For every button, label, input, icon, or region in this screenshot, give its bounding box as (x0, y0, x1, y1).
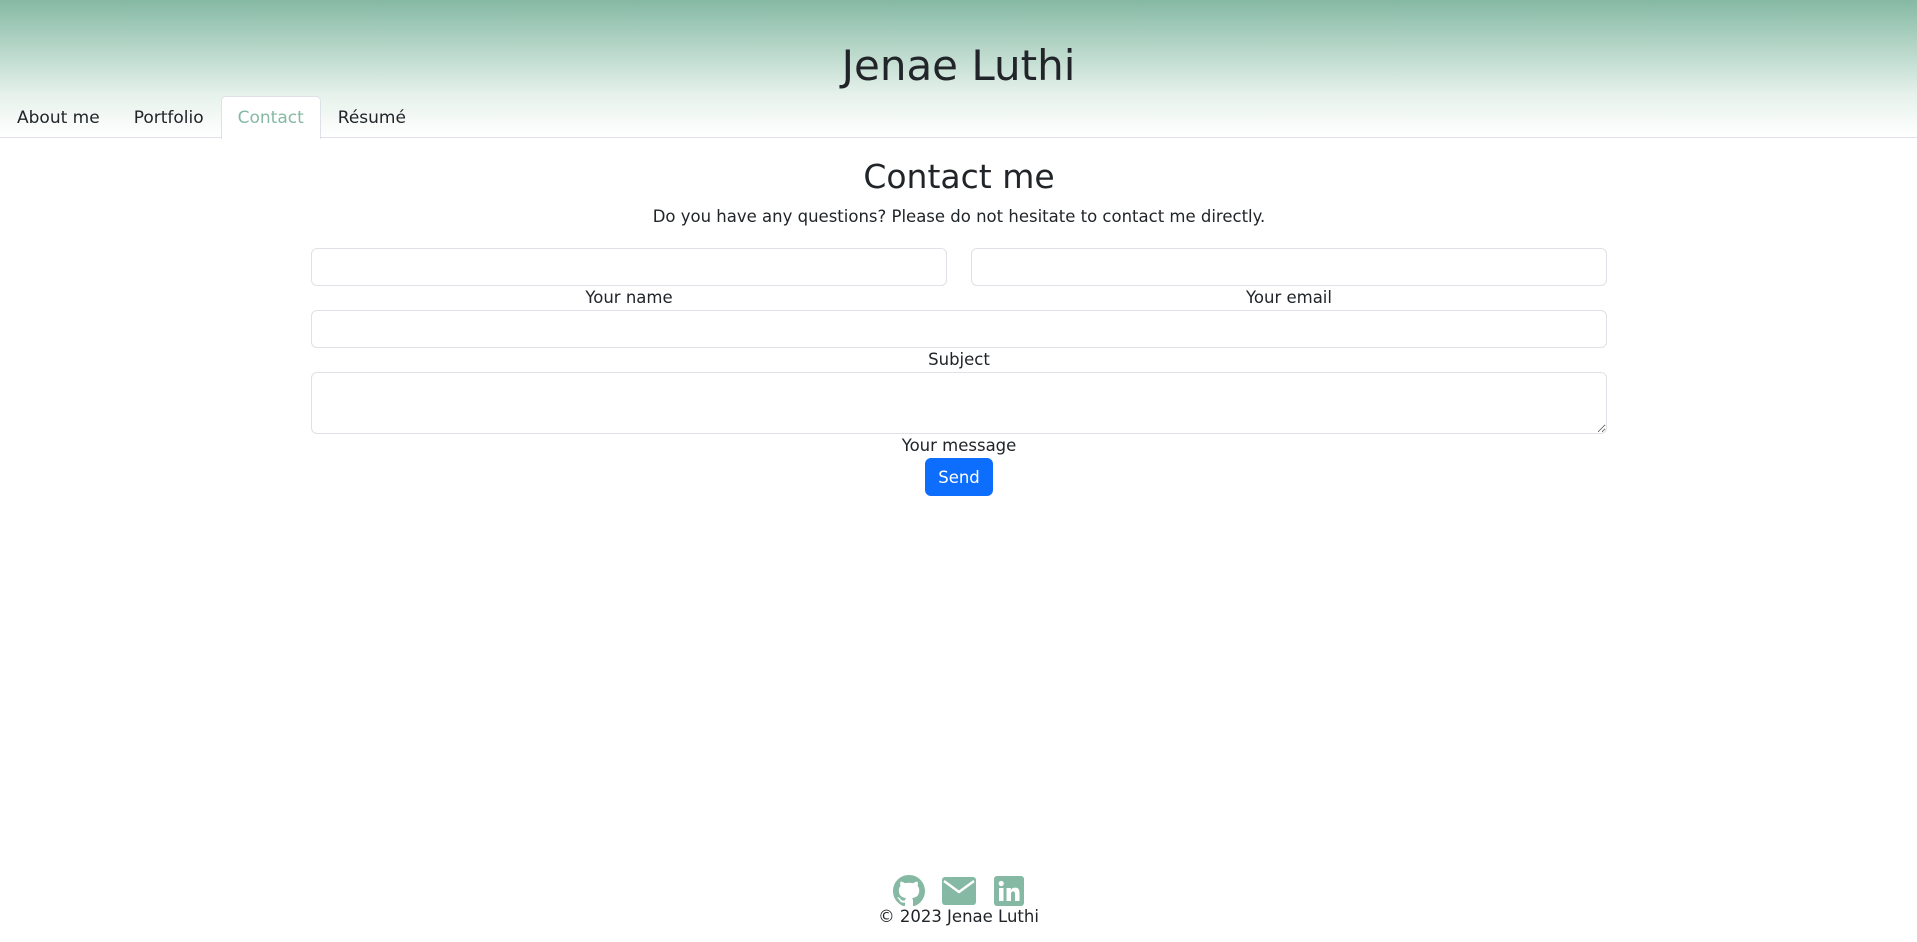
contact-section: Contact me Do you have any questions? Pl… (311, 152, 1607, 496)
nav-tabs: About me Portfolio Contact Résumé (0, 96, 423, 139)
subject-input[interactable] (311, 310, 1607, 348)
message-textarea[interactable] (311, 372, 1607, 434)
message-label: Your message (901, 436, 1017, 455)
message-field-group: Your message (311, 372, 1607, 458)
email-input[interactable] (971, 248, 1607, 286)
tab-about-me[interactable]: About me (0, 96, 117, 138)
contact-heading: Contact me (863, 157, 1055, 196)
subject-field-group: Subject (311, 310, 1607, 372)
site-title: Jenae Luthi (841, 41, 1076, 90)
subject-label: Subject (928, 350, 990, 369)
envelope-icon[interactable] (941, 874, 976, 908)
social-links (0, 874, 1917, 908)
message-row: Your message (311, 372, 1607, 458)
contact-intro: Do you have any questions? Please do not… (652, 207, 1266, 226)
contact-form: Your name Your email Subject Your messag… (311, 248, 1607, 496)
subject-row: Subject (311, 310, 1607, 372)
site-header: Jenae Luthi About me Portfolio Contact R… (0, 0, 1917, 139)
name-label: Your name (585, 288, 673, 307)
tab-portfolio[interactable]: Portfolio (117, 96, 221, 138)
email-label: Your email (1246, 288, 1332, 307)
linkedin-icon[interactable] (992, 874, 1026, 908)
tab-resume[interactable]: Résumé (321, 96, 423, 138)
name-email-row: Your name Your email (311, 248, 1607, 310)
github-icon[interactable] (892, 874, 926, 908)
tab-contact[interactable]: Contact (220, 96, 321, 139)
send-button[interactable]: Send (925, 458, 993, 496)
copyright-text: © 2023 Jenae Luthi (878, 907, 1039, 926)
email-field-group: Your email (971, 248, 1607, 310)
name-input[interactable] (311, 248, 947, 286)
name-field-group: Your name (311, 248, 947, 310)
page: Jenae Luthi About me Portfolio Contact R… (0, 0, 1917, 942)
send-wrap: Send (311, 458, 1607, 496)
site-footer: © 2023 Jenae Luthi (0, 874, 1917, 928)
